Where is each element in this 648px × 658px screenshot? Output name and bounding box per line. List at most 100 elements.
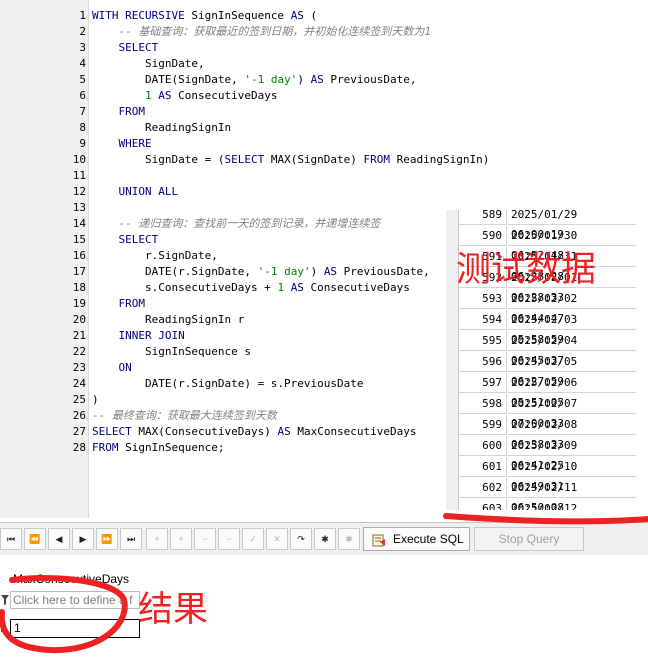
signin-data-grid[interactable]: 589 2025/01/29 06:00:19 590 2025/01/30 06:5… [446, 210, 648, 510]
result-value-cell[interactable]: 1 [10, 619, 140, 638]
cell-signdate[interactable]: 2025/01/31 06:28:28 [508, 247, 636, 283]
row-indicator [446, 373, 459, 395]
code-token: ON [118, 361, 132, 374]
code-token: INNER JOIN [118, 329, 185, 342]
cell-signdate[interactable]: 2025/02/05 06:27:59 [508, 352, 636, 388]
execute-sql-button[interactable]: Execute SQL [363, 527, 470, 551]
insert-multi-button[interactable]: + [170, 528, 192, 550]
cell-id[interactable]: 602 [459, 478, 507, 498]
grid-row[interactable]: 596 2025/02/05 06:27:59 [446, 352, 648, 388]
cell-signdate[interactable]: 2025/01/29 06:00:19 [508, 210, 636, 241]
grid-row[interactable]: 589 2025/01/29 06:00:19 [446, 210, 648, 241]
cell-signdate[interactable]: 2025/02/01 06:28:33 [508, 268, 636, 304]
cell-id[interactable]: 598 [459, 394, 507, 414]
code-line: SignInSequence s [92, 344, 251, 360]
line-number: 20 [72, 313, 86, 326]
insert-button[interactable]: + [146, 528, 168, 550]
next-button[interactable]: ▶ [72, 528, 94, 550]
cell-signdate[interactable]: 2025/02/12 06:31:53 [508, 499, 636, 510]
stop-query-button[interactable]: Stop Query [474, 527, 584, 551]
code-line: DATE(r.SignDate, '-1 day') AS PreviousDa… [92, 264, 430, 280]
filter-icon [1, 595, 9, 605]
row-indicator [446, 289, 459, 311]
grid-row[interactable]: 602 2025/02/11 06:50:08 [446, 478, 648, 510]
cell-signdate[interactable]: 2025/02/06 05:51:05 [508, 373, 636, 409]
grid-row[interactable]: 598 2025/02/07 07:00:33 [446, 394, 648, 430]
gutter-divider [88, 0, 89, 518]
row-indicator [446, 478, 459, 500]
line-number: 6 [79, 89, 86, 102]
asterisk-icon: ✱ [321, 534, 329, 544]
cell-signdate[interactable]: 2025/02/07 07:00:33 [508, 394, 636, 430]
cell-signdate[interactable]: 2025/01/30 06:52:48 [508, 226, 636, 262]
code-line: DATE(r.SignDate) = s.PreviousDate [92, 376, 364, 392]
cell-id[interactable]: 589 [459, 210, 507, 225]
cell-signdate[interactable]: 2025/02/02 06:44:47 [508, 289, 636, 325]
asterisk-disabled-button[interactable]: ✱ [338, 528, 360, 550]
refresh-button[interactable]: ↷ [290, 528, 312, 550]
cell-id[interactable]: 592 [459, 268, 507, 288]
line-number: 27 [72, 425, 86, 438]
cell-signdate[interactable]: 2025/02/09 06:41:25 [508, 436, 636, 472]
post-button[interactable]: ✓ [242, 528, 264, 550]
cell-signdate[interactable]: 2025/02/03 05:58:59 [508, 310, 636, 346]
code-line: -- 最终查询：获取最大连续签到天数 [92, 408, 277, 424]
cell-signdate[interactable]: 2025/02/10 06:49:31 [508, 457, 636, 493]
grid-row[interactable]: 591 2025/01/31 06:28:28 [446, 247, 648, 283]
code-token: DATE(SignDate, [92, 73, 245, 86]
filter-input[interactable]: Click here to define a f [10, 591, 140, 609]
grid-row[interactable]: 590 2025/01/30 06:52:48 [446, 226, 648, 262]
grid-row[interactable]: 593 2025/02/02 06:44:47 [446, 289, 648, 325]
line-number: 8 [79, 121, 86, 134]
code-token: ReadingSignIn) [390, 153, 490, 166]
cell-id[interactable]: 591 [459, 247, 507, 267]
code-token: WITH RECURSIVE [92, 9, 192, 22]
grid-row[interactable]: 592 2025/02/01 06:28:33 [446, 268, 648, 304]
cell-signdate[interactable]: 2025/02/11 06:50:08 [508, 478, 636, 510]
code-token: ConsecutiveDays [171, 89, 278, 102]
line-number: 5 [79, 73, 86, 86]
code-token: AS [310, 73, 324, 86]
grid-row[interactable]: 594 2025/02/03 05:58:59 [446, 310, 648, 346]
prior-button[interactable]: ◀ [48, 528, 70, 550]
delete-multi-button[interactable]: − [218, 528, 240, 550]
cell-id[interactable]: 600 [459, 436, 507, 456]
prior-page-button[interactable]: ⏪ [24, 528, 46, 550]
line-number-gutter: 1 2 3 4 5 6 7 8 9 10 11 12 13 14 15 16 17 18 19 20 21 22 23 24 2… [0, 0, 88, 518]
cell-id[interactable]: 590 [459, 226, 507, 246]
code-token: ConsecutiveDays [303, 281, 410, 294]
grid-row[interactable]: 597 2025/02/06 05:51:05 [446, 373, 648, 409]
last-page-button[interactable]: ⏭ [120, 528, 142, 550]
code-line: ReadingSignIn [92, 120, 231, 136]
cell-id[interactable]: 601 [459, 457, 507, 477]
row-indicator [446, 394, 459, 416]
grid-row[interactable]: 601 2025/02/10 06:49:31 [446, 457, 648, 493]
asterisk-button[interactable]: ✱ [314, 528, 336, 550]
grid-row[interactable]: 6032025/02/12 06:31:53 [446, 499, 648, 510]
cell-id[interactable]: 597 [459, 373, 507, 393]
grid-row[interactable]: 600 2025/02/09 06:41:25 [446, 436, 648, 472]
cell-id[interactable]: 599 [459, 415, 507, 435]
cell-id[interactable]: 594 [459, 310, 507, 330]
cell-id[interactable]: 595 [459, 331, 507, 351]
next-page-button[interactable]: ⏩ [96, 528, 118, 550]
cell-id[interactable]: 593 [459, 289, 507, 309]
grid-row[interactable]: 595 2025/02/04 06:45:37 [446, 331, 648, 367]
sql-editor[interactable]: 1 2 3 4 5 6 7 8 9 10 11 12 13 14 15 16 17 18 19 20 21 22 23 24 2… [0, 0, 648, 518]
cancel-edit-button[interactable]: ✕ [266, 528, 288, 550]
code-token: SELECT [224, 153, 265, 166]
first-page-button[interactable]: ⏮ [0, 528, 22, 550]
code-token: MaxConsecutiveDays [290, 425, 417, 438]
code-line: WITH RECURSIVE SignInSequence AS ( [92, 8, 317, 24]
grid-row[interactable]: 599 2025/02/08 06:38:33 [446, 415, 648, 451]
cell-signdate[interactable]: 2025/02/08 06:38:33 [508, 415, 636, 451]
cell-id[interactable]: 603 [459, 499, 507, 510]
delete-button[interactable]: − [194, 528, 216, 550]
cell-signdate[interactable]: 2025/02/04 06:45:37 [508, 331, 636, 367]
cell-id[interactable]: 596 [459, 352, 507, 372]
result-panel: MaxConsecutiveDays Click here to define … [0, 555, 648, 658]
code-token: ReadingSignIn r [92, 313, 245, 326]
